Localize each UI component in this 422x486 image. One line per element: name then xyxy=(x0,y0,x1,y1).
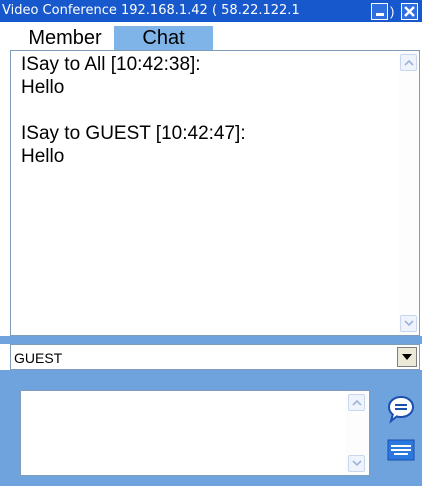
tab-bar: Member Chat xyxy=(0,22,422,50)
recipient-select[interactable]: GUEST xyxy=(10,344,420,370)
title-separator: ) xyxy=(390,4,395,19)
tab-chat[interactable]: Chat xyxy=(114,26,213,50)
window-title: Video Conference 192.168.1.42 ( 58.22.12… xyxy=(2,3,300,18)
chevron-down-icon xyxy=(404,320,414,327)
chevron-up-icon xyxy=(352,399,362,406)
scroll-up-button[interactable] xyxy=(400,54,417,71)
close-icon xyxy=(404,6,415,17)
speech-bubble-icon xyxy=(387,395,415,424)
chat-log-scrollbar[interactable] xyxy=(398,51,419,335)
chat-log-text: ISay to All [10:42:38]: Hello ISay to GU… xyxy=(21,54,246,167)
chevron-up-icon xyxy=(404,59,414,66)
keyboard-button[interactable] xyxy=(387,438,415,462)
keyboard-icon xyxy=(387,439,415,461)
tab-member[interactable]: Member xyxy=(16,26,114,50)
splitter xyxy=(0,336,422,344)
chevron-down-icon xyxy=(352,460,362,467)
scroll-down-button[interactable] xyxy=(400,315,417,332)
message-composer[interactable] xyxy=(20,390,370,476)
recipient-value: GUEST xyxy=(14,350,63,366)
recipient-dropdown-button[interactable] xyxy=(397,347,417,367)
splitter xyxy=(0,370,422,378)
title-bar[interactable]: Video Conference 192.168.1.42 ( 58.22.12… xyxy=(0,0,422,22)
message-input[interactable] xyxy=(21,391,347,475)
composer-scroll-down-button[interactable] xyxy=(348,455,365,472)
chat-log[interactable]: ISay to All [10:42:38]: Hello ISay to GU… xyxy=(10,50,420,336)
send-button[interactable] xyxy=(386,394,416,424)
dropdown-arrow-icon xyxy=(402,354,412,360)
composer-scroll-up-button[interactable] xyxy=(348,394,365,411)
composer-scrollbar[interactable] xyxy=(345,391,369,475)
close-button[interactable] xyxy=(401,3,418,20)
minimize-button[interactable] xyxy=(371,3,388,20)
minimize-icon xyxy=(376,13,384,16)
